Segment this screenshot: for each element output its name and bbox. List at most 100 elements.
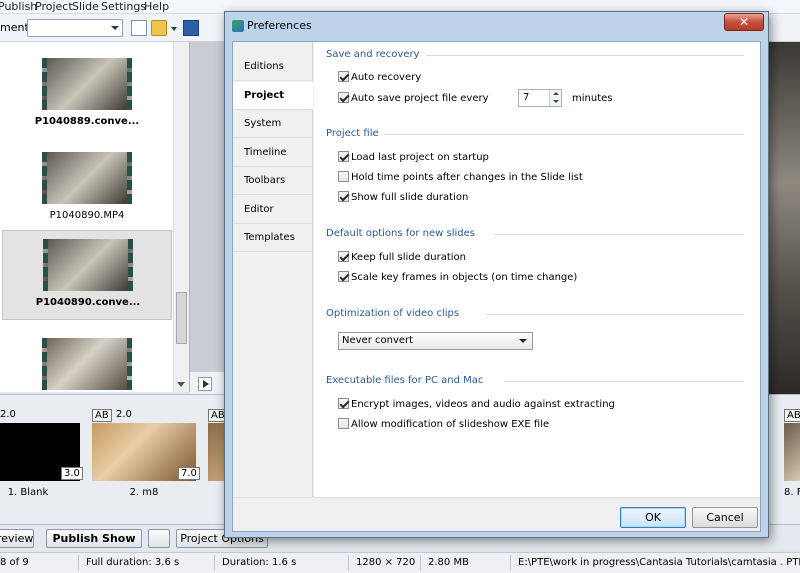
- menu-publish[interactable]: Publish: [0, 0, 37, 13]
- new-project-icon[interactable]: [131, 20, 147, 36]
- slide-item[interactable]: 2.0 3.0 1. Blank: [0, 409, 90, 509]
- toolbar-combo[interactable]: [27, 19, 123, 37]
- nav-toolbars[interactable]: Toolbars: [233, 167, 313, 195]
- section-divider: [426, 55, 744, 56]
- nav-project[interactable]: Project: [233, 82, 313, 110]
- status-separator: [78, 555, 79, 571]
- file-item-selected[interactable]: P1040890.conve...: [2, 230, 172, 320]
- keep-full-label: Keep full slide duration: [351, 252, 467, 263]
- ok-button[interactable]: OK: [620, 507, 686, 528]
- project-settings-panel: Save and recovery Auto recovery Auto sav…: [314, 42, 760, 497]
- slide-ab-badge: AB: [92, 409, 112, 422]
- section-divider: [384, 134, 744, 135]
- minutes-label: minutes: [572, 93, 613, 104]
- section-divider: [486, 314, 744, 315]
- nav-timeline[interactable]: Timeline: [233, 139, 313, 167]
- file-name: P1040890.conve...: [35, 297, 141, 308]
- section-divider: [494, 234, 744, 235]
- preview-image: [766, 42, 800, 394]
- show-full-label: Show full slide duration: [351, 192, 469, 203]
- video-thumbnail: [43, 239, 133, 291]
- load-last-label: Load last project on startup: [351, 152, 489, 163]
- keep-full-checkbox[interactable]: [338, 251, 349, 262]
- file-item[interactable]: [2, 330, 172, 390]
- auto-save-interval-value[interactable]: 7: [523, 92, 529, 103]
- status-full-duration: Full duration: 3.6 s: [86, 557, 180, 568]
- open-folder-icon[interactable]: [151, 20, 167, 36]
- app-icon: [232, 20, 244, 32]
- status-bar: 8 of 9 Full duration: 3.6 s Duration: 1.…: [0, 552, 800, 573]
- auto-recovery-checkbox[interactable]: [338, 71, 349, 82]
- chevron-down-icon[interactable]: [171, 27, 177, 31]
- menu-settings[interactable]: Settings: [101, 0, 146, 13]
- slide-duration: 2.0: [0, 409, 16, 420]
- show-full-checkbox[interactable]: [338, 191, 349, 202]
- section-video-optimization: Optimization of video clips: [326, 308, 460, 319]
- scroll-down-icon[interactable]: [177, 382, 185, 387]
- close-button[interactable]: ✕: [724, 13, 764, 31]
- section-executable-files: Executable files for PC and Mac: [326, 375, 484, 386]
- file-list: P1040889.conve... P1040890.MP4 P1040890.…: [0, 42, 190, 392]
- status-slide-count: 8 of 9: [0, 557, 29, 568]
- video-thumbnail: [42, 58, 132, 110]
- status-resolution: 1280 × 720: [356, 557, 416, 568]
- status-file-size: 2.80 MB: [428, 557, 469, 568]
- nav-templates[interactable]: Templates: [233, 224, 313, 252]
- dialog-client: Editions Project System Timeline Toolbar…: [232, 41, 761, 532]
- slide-item[interactable]: AB 2.0 7.0 2. m8: [92, 409, 202, 509]
- chevron-down-icon: [111, 26, 119, 30]
- file-item[interactable]: P1040890.MP4: [2, 144, 172, 234]
- video-thumbnail: [42, 152, 132, 204]
- file-item[interactable]: P1040889.conve...: [2, 50, 172, 140]
- allow-modification-checkbox[interactable]: [338, 418, 349, 429]
- slide-item[interactable]: AB 8. F: [784, 409, 800, 509]
- status-separator: [510, 555, 511, 571]
- dialog-title: Preferences: [247, 19, 312, 32]
- menu-slide[interactable]: Slide: [72, 0, 99, 13]
- chevron-down-icon: [519, 339, 527, 343]
- load-last-checkbox[interactable]: [338, 151, 349, 162]
- cancel-button[interactable]: Cancel: [692, 507, 758, 528]
- scale-key-label: Scale key frames in objects (on time cha…: [351, 272, 578, 283]
- video-conversion-select[interactable]: Never convert: [338, 332, 533, 350]
- publish-show-button[interactable]: Publish Show: [46, 529, 142, 548]
- slide-name: 8. F: [784, 487, 800, 498]
- slide-ab-badge: AB: [784, 409, 800, 422]
- scale-key-checkbox[interactable]: [338, 271, 349, 282]
- encrypt-label: Encrypt images, videos and audio against…: [351, 399, 615, 410]
- auto-save-interval-spinner[interactable]: 7: [518, 89, 562, 107]
- menu-project[interactable]: Project: [35, 0, 73, 13]
- section-project-file: Project file: [326, 128, 379, 139]
- save-icon[interactable]: [183, 20, 199, 36]
- spin-up-icon[interactable]: [549, 90, 561, 98]
- dialog-footer: OK Cancel: [233, 497, 760, 531]
- play-icon[interactable]: [198, 377, 212, 391]
- hold-time-checkbox[interactable]: [338, 171, 349, 182]
- slide-name: 2. m8: [129, 487, 159, 498]
- slide-transition-duration: 7.0: [178, 467, 200, 480]
- slide-duration: 2.0: [116, 409, 132, 420]
- scrollbar-thumb[interactable]: [176, 292, 187, 344]
- file-name: P1040889.conve...: [34, 116, 140, 127]
- auto-recovery-label: Auto recovery: [351, 72, 422, 83]
- preview-button[interactable]: review: [0, 529, 34, 548]
- slide-thumbnail: [208, 423, 224, 481]
- menu-help[interactable]: Help: [144, 0, 169, 13]
- nav-editions[interactable]: Editions: [233, 53, 313, 81]
- encrypt-checkbox[interactable]: [338, 398, 349, 409]
- file-list-scrollbar[interactable]: [173, 42, 189, 392]
- dialog-titlebar[interactable]: Preferences ✕: [225, 12, 768, 40]
- auto-save-checkbox[interactable]: [338, 92, 349, 103]
- allow-modification-label: Allow modification of slideshow EXE file: [351, 419, 550, 430]
- nav-system[interactable]: System: [233, 110, 313, 138]
- window-icon[interactable]: [148, 529, 170, 548]
- slide-transition-duration: 3.0: [61, 467, 83, 480]
- section-save-recovery: Save and recovery: [326, 49, 420, 60]
- section-divider: [504, 381, 744, 382]
- preferences-dialog: Preferences ✕ Editions Project System Ti…: [224, 11, 769, 538]
- preferences-nav: Editions Project System Timeline Toolbar…: [233, 42, 313, 497]
- slide-name: 1. Blank: [7, 487, 49, 498]
- status-path: E:\PTE\work in progress\Cantasia Tutoria…: [518, 557, 800, 568]
- spin-down-icon[interactable]: [549, 98, 561, 106]
- nav-editor[interactable]: Editor: [233, 196, 313, 224]
